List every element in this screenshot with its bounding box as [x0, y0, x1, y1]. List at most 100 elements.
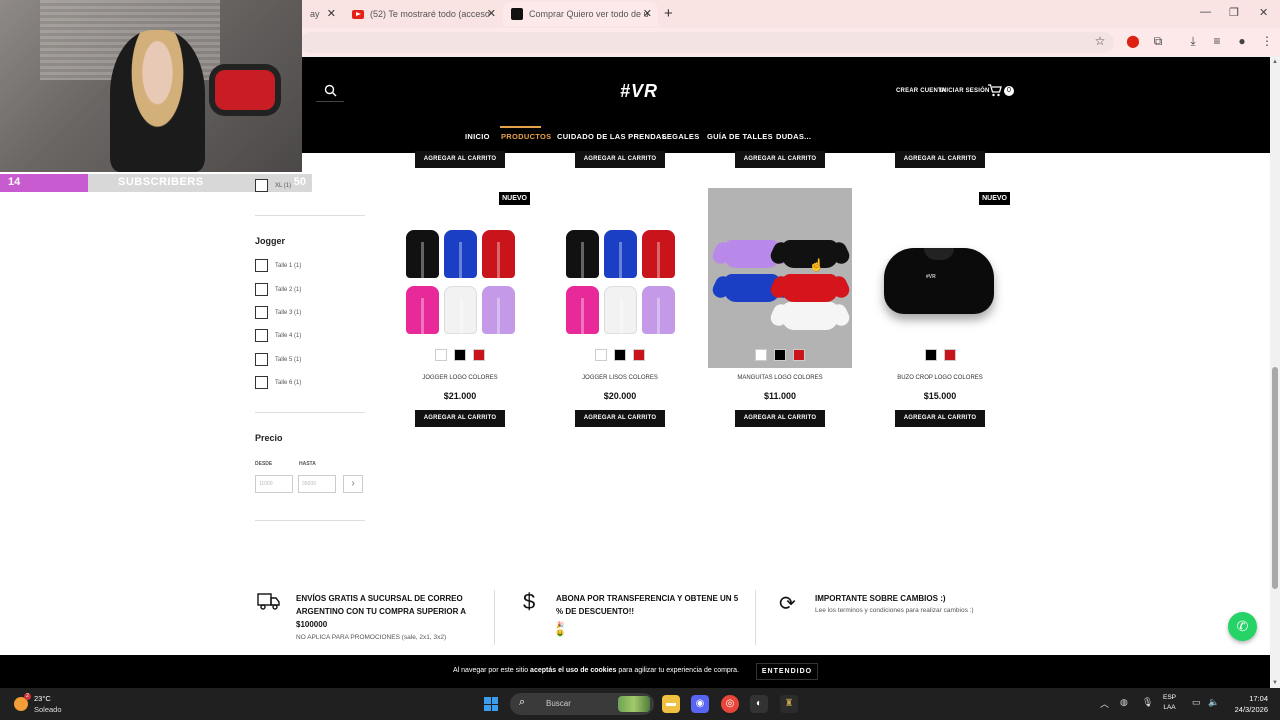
chrome-icon[interactable]: ◎	[721, 695, 739, 713]
swatch-red[interactable]	[943, 349, 956, 361]
maximize-icon[interactable]: ❐	[1229, 6, 1239, 19]
nav-cuidado[interactable]: CUIDADO DE LAS PRENDAS	[557, 132, 667, 141]
swatch-white[interactable]	[755, 349, 767, 361]
profile-avatar[interactable]: ●	[1234, 34, 1250, 48]
download-icon[interactable]: ⤓	[1185, 34, 1201, 49]
scroll-down-icon[interactable]: ▼	[1272, 680, 1278, 686]
minimize-icon[interactable]: —	[1200, 6, 1211, 18]
product-image[interactable]: #VR	[884, 248, 994, 314]
login-link[interactable]: INICIAR SESIÓN	[940, 88, 989, 94]
product-title[interactable]: MANGUITAS LOGO COLORES	[708, 375, 852, 381]
filter-talle-4[interactable]: Talle 4 (1)	[255, 329, 301, 342]
cart-icon[interactable]	[988, 84, 1002, 100]
nav-guia-talles[interactable]: GUÍA DE TALLES	[707, 132, 773, 141]
create-account-link[interactable]: CREAR CUENTA	[896, 88, 946, 94]
checkbox[interactable]	[255, 376, 268, 389]
obs-icon[interactable]: ◐	[750, 695, 768, 713]
info-subtitle[interactable]: Lee los terminos y condiciones para real…	[815, 607, 1025, 614]
checkbox[interactable]	[255, 179, 268, 192]
filter-label: XL (1)	[275, 182, 292, 189]
volume-icon[interactable]: 🔈	[1208, 697, 1219, 708]
extensions-icon[interactable]: ⧉	[1150, 34, 1166, 49]
page-scrollbar[interactable]: ▲ ▼	[1270, 57, 1280, 688]
add-to-cart-button[interactable]: AGREGAR AL CARRITO	[895, 410, 985, 427]
nav-inicio[interactable]: INICIO	[465, 132, 490, 141]
product-card-jogger-logo[interactable]: NUEVO	[388, 188, 532, 368]
nav-productos[interactable]: PRODUCTOS	[501, 132, 551, 141]
price-from-input[interactable]: 11000	[255, 475, 293, 493]
whatsapp-icon[interactable]: ✆	[1228, 612, 1257, 641]
swatch-red[interactable]	[793, 349, 805, 361]
add-to-cart-button[interactable]: AGREGAR AL CARRITO	[415, 151, 505, 168]
product-card-manguitas[interactable]: ☝	[708, 188, 852, 368]
filter-talle-2[interactable]: Talle 2 (1)	[255, 283, 301, 296]
filter-talle-5[interactable]: Talle 5 (1)	[255, 353, 301, 366]
checkbox[interactable]	[255, 353, 268, 366]
swatch-black[interactable]	[924, 349, 937, 361]
swatch-white[interactable]	[595, 349, 607, 361]
price-apply-button[interactable]: ›	[343, 475, 363, 493]
product-title[interactable]: JOGGER LISOS COLORES	[548, 375, 692, 381]
checkbox[interactable]	[255, 306, 268, 319]
filter-xl[interactable]: XL (1)	[255, 179, 291, 192]
price-to-input[interactable]: 35000	[298, 475, 336, 493]
add-to-cart-button[interactable]: AGREGAR AL CARRITO	[735, 410, 825, 427]
game-launcher-icon[interactable]: ♜	[780, 695, 798, 713]
close-tab-icon[interactable]: ✕	[643, 7, 652, 20]
temperature[interactable]: 23°C	[34, 694, 51, 703]
adblock-icon[interactable]: ⬤	[1125, 34, 1141, 48]
checkbox[interactable]	[255, 259, 268, 272]
language-indicator[interactable]: ESP LAA	[1163, 693, 1176, 713]
product-card-buzo-crop[interactable]: NUEVO #VR	[868, 188, 1012, 368]
new-tab-icon[interactable]: +	[664, 5, 673, 22]
add-to-cart-button[interactable]: AGREGAR AL CARRITO	[575, 151, 665, 168]
checkbox[interactable]	[255, 329, 268, 342]
tab-previous[interactable]: ay ✕	[302, 2, 342, 26]
nav-dudas[interactable]: DUDAS...	[776, 132, 811, 141]
product-title[interactable]: BUZO CROP LOGO COLORES	[868, 375, 1012, 381]
filter-talle-6[interactable]: Talle 6 (1)	[255, 376, 301, 389]
swatch-black[interactable]	[614, 349, 626, 361]
product-card-jogger-lisos[interactable]	[548, 188, 692, 368]
bookmark-star-icon[interactable]: ☆	[1092, 34, 1108, 48]
tab-youtube[interactable]: (52) Te mostraré todo (acceso ✕	[344, 2, 502, 26]
search-icon[interactable]	[324, 84, 337, 100]
add-to-cart-button[interactable]: AGREGAR AL CARRITO	[575, 410, 665, 427]
swatch-black[interactable]	[454, 349, 466, 361]
checkbox[interactable]	[255, 283, 268, 296]
scroll-up-icon[interactable]: ▲	[1272, 59, 1278, 65]
scroll-thumb[interactable]	[1272, 367, 1278, 589]
swatch-red[interactable]	[473, 349, 485, 361]
discord-icon[interactable]: ◉	[691, 695, 709, 713]
tab-store[interactable]: Comprar Quiero ver todo de u ✕	[503, 2, 658, 26]
file-explorer-icon[interactable]: ▬	[662, 695, 680, 713]
network-icon[interactable]: ▭	[1192, 697, 1201, 708]
tray-app-icon[interactable]: ◍	[1120, 697, 1128, 708]
reading-list-icon[interactable]: ≡	[1209, 34, 1225, 48]
product-title[interactable]: JOGGER LOGO COLORES	[388, 375, 532, 381]
add-to-cart-button[interactable]: AGREGAR AL CARRITO	[735, 151, 825, 168]
nav-legales[interactable]: LEGALES	[662, 132, 700, 141]
mic-icon[interactable]: 🎙	[1142, 697, 1153, 708]
taskbar-search-label: Buscar	[546, 699, 571, 708]
add-to-cart-button[interactable]: AGREGAR AL CARRITO	[415, 410, 505, 427]
close-tab-icon[interactable]: ✕	[487, 7, 496, 20]
color-swatches	[868, 349, 1012, 361]
close-tab-icon[interactable]: ✕	[327, 7, 336, 20]
taskbar-search[interactable]: ⌕ Buscar	[510, 693, 654, 715]
site-logo[interactable]: #VR	[620, 81, 658, 102]
address-bar[interactable]	[300, 32, 1114, 53]
menu-dots-icon[interactable]: ⋮	[1259, 34, 1275, 48]
filter-talle-1[interactable]: Talle 1 (1)	[255, 259, 301, 272]
cookie-accept-button[interactable]: ENTENDIDO	[756, 663, 818, 680]
swatch-white[interactable]	[435, 349, 447, 361]
add-to-cart-button[interactable]: AGREGAR AL CARRITO	[895, 151, 985, 168]
swatch-red[interactable]	[633, 349, 645, 361]
weather-condition[interactable]: Soleado	[34, 705, 62, 714]
filter-talle-3[interactable]: Talle 3 (1)	[255, 306, 301, 319]
swatch-black[interactable]	[774, 349, 786, 361]
tray-chevron-icon[interactable]: ︿	[1100, 697, 1109, 710]
windows-start-icon[interactable]	[484, 697, 498, 711]
close-window-icon[interactable]: ✕	[1259, 6, 1268, 19]
system-clock[interactable]: 17:04 24/3/2026	[1222, 693, 1268, 715]
